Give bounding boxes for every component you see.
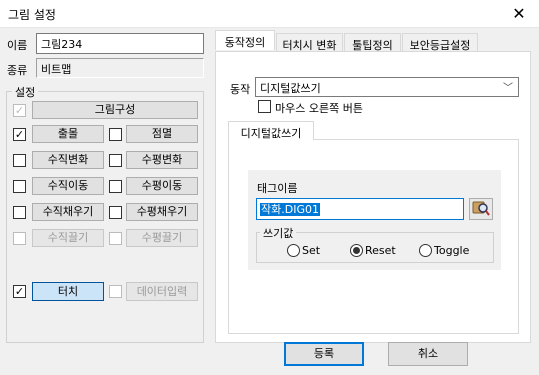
radio-toggle-label: Toggle (434, 244, 470, 257)
tag-name-field[interactable]: 작화.DIG01 (256, 198, 464, 220)
subtab-digital-write[interactable]: 디지털값쓰기 (228, 121, 314, 140)
touch-checkbox[interactable] (13, 285, 26, 298)
hmove-checkbox[interactable] (109, 180, 122, 193)
vchange-checkbox[interactable] (13, 154, 26, 167)
radio-reset-label: Reset (365, 244, 396, 257)
chevron-down-icon[interactable]: ﹀ (503, 79, 513, 94)
hdrag-checkbox (109, 232, 122, 245)
tab-action-definition[interactable]: 동작정의 (215, 30, 275, 50)
tag-browse-icon[interactable] (469, 198, 493, 220)
data-input-button: 데이터입력 (126, 282, 198, 301)
tab-tooltip[interactable]: 툴팁정의 (344, 33, 401, 52)
radio-reset[interactable] (350, 244, 363, 257)
cancel-button[interactable]: 취소 (388, 342, 468, 366)
title-bar: 그림 설정 ✕ (0, 0, 539, 28)
draw-config-checkbox[interactable] (13, 104, 26, 117)
tag-name-value: 작화.DIG01 (260, 203, 320, 216)
vdrag-checkbox (13, 232, 26, 245)
settings-group-title: 설정 (12, 84, 39, 100)
blink-button[interactable]: 점멸 (126, 125, 198, 143)
type-field: 비트맵 (36, 58, 204, 78)
radio-set[interactable] (287, 244, 300, 257)
action-select[interactable]: 디지털값쓰기 (255, 77, 519, 97)
hfill-button[interactable]: 수평채우기 (126, 203, 198, 221)
vmove-button[interactable]: 수직이동 (32, 177, 104, 195)
vchange-button[interactable]: 수직변화 (32, 151, 104, 169)
touch-button[interactable]: 터치 (32, 282, 104, 301)
hchange-checkbox[interactable] (109, 154, 122, 167)
data-input-checkbox (109, 285, 122, 298)
right-mouse-label: 마우스 오른쪽 버튼 (275, 102, 363, 115)
ok-button[interactable]: 등록 (284, 342, 364, 366)
output-button[interactable]: 출몰 (32, 125, 104, 143)
draw-config-button[interactable]: 그림구성 (32, 101, 198, 119)
tab-touch-change[interactable]: 터치시 변화 (276, 33, 343, 52)
close-icon[interactable]: ✕ (509, 4, 529, 24)
blink-checkbox[interactable] (109, 128, 122, 141)
tab-security[interactable]: 보안등급설정 (402, 33, 478, 52)
output-checkbox[interactable] (13, 128, 26, 141)
write-value-title: 쓰기값 (260, 225, 297, 241)
hdrag-button: 수평끌기 (126, 229, 198, 247)
right-mouse-checkbox[interactable] (258, 100, 271, 113)
vdrag-button: 수직끌기 (32, 229, 104, 247)
tag-name-label: 태그이름 (257, 182, 298, 195)
action-label: 동작 (230, 83, 251, 96)
hfill-checkbox[interactable] (109, 206, 122, 219)
vmove-checkbox[interactable] (13, 180, 26, 193)
vfill-button[interactable]: 수직채우기 (32, 203, 104, 221)
action-select-value: 디지털값쓰기 (260, 82, 321, 95)
type-label: 종류 (7, 64, 28, 77)
window-title: 그림 설정 (8, 8, 56, 22)
hmove-button[interactable]: 수평이동 (126, 177, 198, 195)
hchange-button[interactable]: 수평변화 (126, 151, 198, 169)
name-label: 이름 (7, 39, 28, 52)
name-field[interactable]: 그림234 (36, 33, 204, 54)
vfill-checkbox[interactable] (13, 206, 26, 219)
radio-toggle[interactable] (419, 244, 432, 257)
radio-set-label: Set (302, 244, 321, 257)
